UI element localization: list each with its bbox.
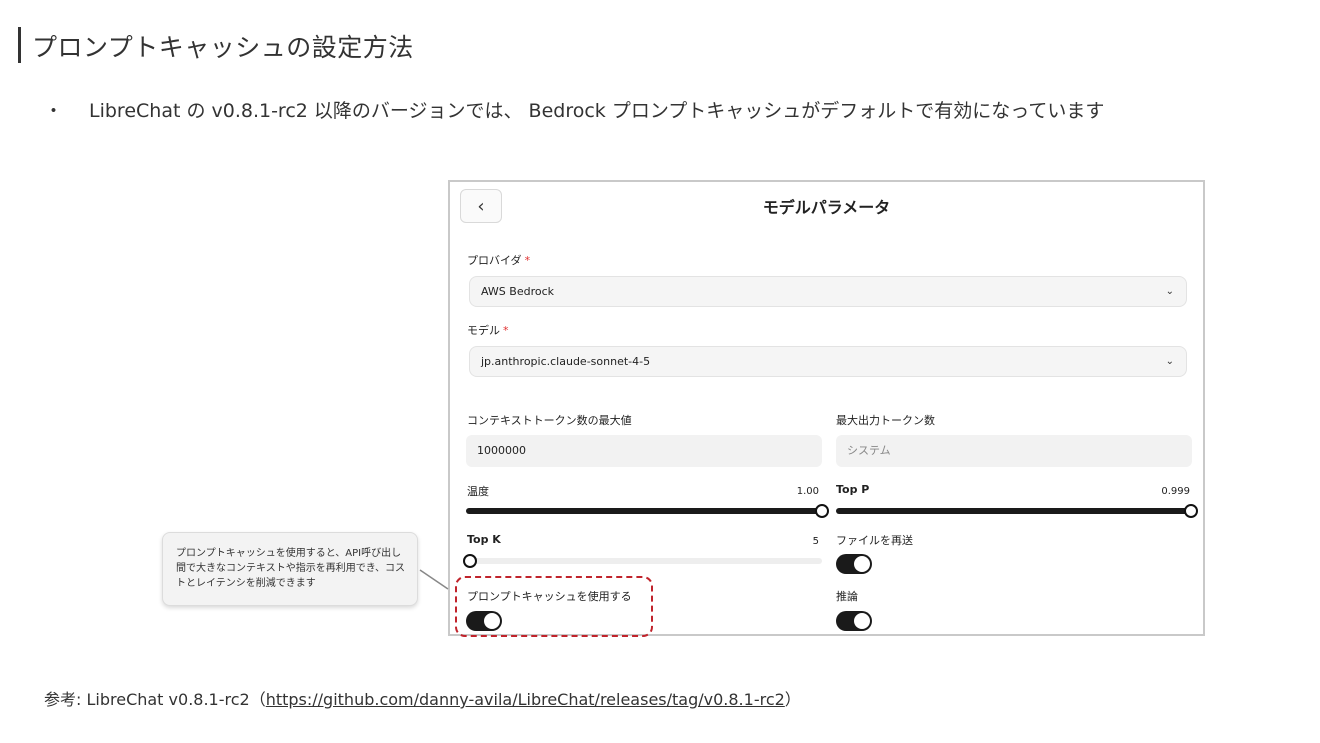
model-value: jp.anthropic.claude-sonnet-4-5 — [481, 355, 651, 368]
model-select[interactable]: jp.anthropic.claude-sonnet-4-5 ⌄ — [469, 346, 1187, 377]
temperature-label: 温度 — [467, 485, 489, 498]
provider-label: プロバイダ * — [467, 254, 531, 267]
required-marker: * — [524, 254, 531, 267]
reference-suffix: ） — [784, 690, 801, 709]
chevron-down-icon: ⌄ — [1165, 286, 1174, 297]
reference-prefix: 参考: LibreChat v0.8.1-rc2（ — [44, 690, 266, 709]
context-tokens-input[interactable]: 1000000 — [466, 435, 822, 467]
top-k-label: Top K — [467, 533, 501, 546]
top-p-value: 0.999 — [1161, 486, 1190, 497]
top-k-slider-thumb[interactable] — [463, 554, 477, 568]
temperature-value: 1.00 — [796, 486, 819, 497]
context-tokens-label: コンテキストトークン数の最大値 — [467, 414, 632, 427]
resend-files-toggle[interactable] — [836, 554, 872, 574]
reference: 参考: LibreChat v0.8.1-rc2（https://github.… — [44, 686, 801, 710]
page-title: プロンプトキャッシュの設定方法 — [32, 33, 414, 62]
temperature-slider-thumb[interactable] — [815, 504, 829, 518]
reasoning-toggle[interactable] — [836, 611, 872, 631]
top-p-label: Top P — [836, 483, 870, 496]
provider-select[interactable]: AWS Bedrock ⌄ — [469, 276, 1187, 307]
toggle-knob — [854, 613, 870, 629]
bullet-dot: ・ — [44, 100, 64, 122]
model-parameters-panel: ‹ モデルパラメータ プロバイダ * AWS Bedrock ⌄ モデル * jp.… — [448, 180, 1205, 636]
max-output-tokens-input[interactable]: システム — [836, 435, 1192, 467]
panel-title: モデルパラメータ — [762, 198, 891, 217]
reasoning-label: 推論 — [836, 590, 858, 603]
top-k-value: 5 — [812, 536, 819, 547]
bullet-text: LibreChat の v0.8.1-rc2 以降のバージョンでは、 Bedro… — [89, 100, 1105, 122]
resend-files-label: ファイルを再送 — [836, 534, 913, 547]
prompt-cache-highlight — [455, 576, 653, 637]
title-accent-bar — [18, 27, 21, 63]
temperature-slider[interactable] — [466, 508, 822, 514]
callout-note: プロンプトキャッシュを使用すると、API呼び出し間で大きなコンテキストや指示を再… — [162, 532, 418, 606]
reference-link[interactable]: https://github.com/danny-avila/LibreChat… — [266, 690, 785, 709]
max-output-tokens-label: 最大出力トークン数 — [836, 414, 935, 427]
model-label: モデル * — [467, 324, 509, 337]
top-k-slider[interactable] — [466, 558, 822, 564]
toggle-knob — [854, 556, 870, 572]
callout-connector — [419, 569, 449, 590]
top-p-slider-thumb[interactable] — [1183, 504, 1198, 518]
required-marker: * — [503, 324, 509, 337]
provider-value: AWS Bedrock — [481, 285, 555, 298]
top-p-slider[interactable] — [836, 508, 1191, 514]
chevron-down-icon: ⌄ — [1165, 356, 1174, 367]
